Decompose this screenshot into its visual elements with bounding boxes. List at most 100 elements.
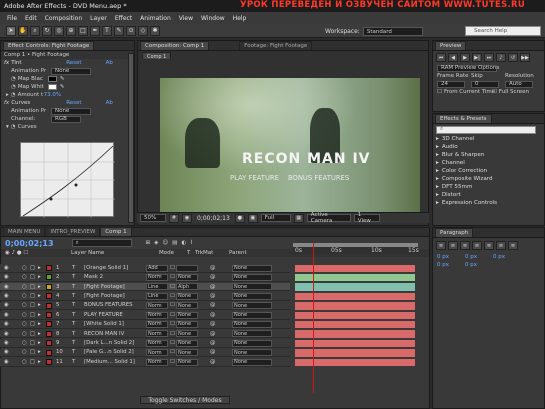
label-color-swatch[interactable] [46, 265, 52, 271]
play-icon[interactable]: ▶ [460, 53, 470, 62]
menu-edit[interactable]: Edit [21, 15, 41, 22]
pan-behind-tool-icon[interactable]: ⊕ [66, 25, 76, 36]
preserve-transparency-checkbox[interactable]: ☐ [170, 340, 175, 346]
preserve-transparency-checkbox[interactable]: ☐ [170, 312, 175, 318]
effects-category-item[interactable]: ▸ Color Correction [433, 167, 544, 175]
menu-help[interactable]: Help [229, 15, 251, 22]
label-color-swatch[interactable] [46, 274, 52, 281]
layer-row[interactable]: ◉ ○ □ ▸ 9 T [Dark L...n Solid 2] Norm ☐ None @ None [0, 339, 290, 348]
effects-category-item[interactable]: ▸ Composite Wizard [433, 175, 544, 183]
layer-parent-dropdown[interactable]: None [232, 302, 272, 310]
prev-frame-icon[interactable]: ◀ [448, 53, 458, 62]
layer-trkmat-dropdown[interactable]: None [176, 320, 198, 328]
tab-main-menu[interactable]: MAIN MENU [3, 227, 46, 236]
footage-tab[interactable]: Footage: Fight Footage [239, 41, 313, 50]
composition-viewer[interactable]: RECON MAN IV PLAY FEATURE BONUS FEATURES [160, 78, 420, 212]
zoom-dropdown[interactable]: 50% [140, 214, 166, 222]
layer-row[interactable]: ◉ ○ □ ▸ 11 T [Medium... Solid 1] Norm ☐ None @ None [0, 358, 290, 367]
preserve-transparency-checkbox[interactable]: ☐ [170, 331, 175, 337]
pen-tool-icon[interactable]: ✒ [90, 25, 100, 36]
layer-mode-dropdown[interactable]: Norm [146, 330, 168, 338]
lock-icon[interactable]: □ [30, 293, 35, 299]
timeline-timecode[interactable]: 0;00;02;13 [5, 239, 54, 248]
eye-icon[interactable]: ◉ [4, 331, 9, 337]
layer-row[interactable]: ◉ ○ □ ▸ 8 T RECON MAN IV Norm ☐ None @ None [0, 329, 290, 339]
label-color-swatch[interactable] [46, 312, 52, 318]
solo-icon[interactable]: ○ [22, 265, 27, 271]
ram-preview-icon[interactable]: ▶▶ [520, 53, 530, 62]
expand-arrow-icon[interactable]: ▾ [6, 124, 9, 130]
region-icon[interactable]: ▣ [247, 213, 258, 223]
layer-parent-dropdown[interactable]: None [232, 273, 272, 281]
layer-row[interactable]: ◉ ○ □ ▸ 3 T [Fight Footage] Line ☐ Alph @ None [0, 282, 290, 292]
layer-row[interactable]: ◉ ○ □ ▸ 1 T [Orange Solid 1] Add ☐ @ None [0, 264, 290, 273]
label-color-swatch[interactable] [46, 283, 52, 290]
search-help-input[interactable]: Search Help [465, 26, 541, 36]
expand-arrow-icon[interactable]: ▸ [6, 92, 9, 98]
indent-first-field[interactable]: 0 px [493, 254, 505, 260]
draft-3d-icon[interactable]: ◈ [154, 240, 158, 246]
eye-icon[interactable]: ◉ [4, 359, 9, 365]
eyedropper-icon[interactable]: ✎ [60, 76, 65, 82]
work-area-bar[interactable] [293, 243, 418, 247]
lock-icon[interactable]: □ [30, 265, 35, 271]
justify-left-icon[interactable]: ≡ [472, 241, 482, 250]
layer-row[interactable]: ◉ ○ □ ▸ 10 T [Pale G...n Solid 2] Norm ☐ None @ Non… [0, 348, 290, 358]
clone-tool-icon[interactable]: ⊙ [126, 25, 136, 36]
pickwhip-icon[interactable]: @ [210, 331, 215, 337]
layer-mode-dropdown[interactable]: Line [146, 283, 168, 291]
eye-icon[interactable]: ◉ [4, 302, 9, 308]
solo-icon[interactable]: ○ [22, 349, 27, 355]
label-color-swatch[interactable] [46, 359, 52, 365]
eye-icon[interactable]: ◉ [4, 284, 9, 290]
effects-category-item[interactable]: ▸ 3D Channel [433, 135, 544, 143]
map-black-swatch[interactable] [47, 76, 57, 82]
layer-row[interactable]: ◉ ○ □ ▸ 4 T [Fight Footage] Line ☐ None @ None [0, 292, 290, 301]
pickwhip-icon[interactable]: @ [210, 274, 215, 280]
space-after-field[interactable]: 0 px [465, 262, 477, 268]
brush-tool-icon[interactable]: ✎ [114, 25, 124, 36]
layer-row[interactable]: ◉ ○ □ ▸ 6 T PLAY FEATURE Norm ☐ None @ None [0, 311, 290, 320]
expand-arrow-icon[interactable]: ▸ [38, 284, 41, 290]
loop-icon[interactable]: ↺ [508, 53, 518, 62]
views-dropdown[interactable]: 1 View [353, 212, 380, 224]
tab-comp1[interactable]: Comp 1 [100, 227, 132, 236]
layer-trkmat-dropdown[interactable]: None [176, 302, 198, 310]
justify-center-icon[interactable]: ≡ [484, 241, 494, 250]
puppet-tool-icon[interactable]: ✱ [150, 25, 160, 36]
layer-mode-dropdown[interactable]: Norm [146, 358, 168, 366]
comp1-subtab[interactable]: Comp 1 [142, 51, 172, 60]
expand-arrow-icon[interactable]: ▸ [38, 302, 41, 308]
layer-name[interactable]: [Pale G...n Solid 2] [84, 349, 134, 355]
pickwhip-icon[interactable]: @ [210, 302, 215, 308]
layer-row[interactable]: ◉ ○ □ ▸ 7 T [White Solid 1] Norm ☐ None @ None [0, 320, 290, 329]
expand-arrow-icon[interactable]: ▸ [38, 265, 41, 271]
resolution-dropdown[interactable]: Full [260, 214, 291, 222]
lock-icon[interactable]: □ [30, 312, 35, 318]
camera-tool-icon[interactable]: ◎ [54, 25, 64, 36]
effects-category-item[interactable]: ▸ Expression Controls [433, 199, 544, 207]
expand-arrow-icon[interactable]: ▸ [38, 349, 41, 355]
justify-all-icon[interactable]: ≡ [508, 241, 518, 250]
solo-icon[interactable]: ○ [22, 331, 27, 337]
preview-tab[interactable]: Preview [435, 41, 467, 50]
eraser-tool-icon[interactable]: ◇ [138, 25, 148, 36]
pickwhip-icon[interactable]: @ [210, 265, 215, 271]
curves-reset-link[interactable]: Reset [66, 100, 81, 106]
last-frame-icon[interactable]: ⏭ [484, 53, 494, 62]
layer-trkmat-dropdown[interactable]: None [176, 292, 198, 300]
layer-mode-dropdown[interactable]: Norm [146, 339, 168, 347]
eye-icon[interactable]: ◉ [4, 321, 9, 327]
preserve-transparency-checkbox[interactable]: ☐ [170, 349, 175, 355]
eyedropper-icon[interactable]: ✎ [60, 84, 65, 90]
justify-right-icon[interactable]: ≡ [496, 241, 506, 250]
pickwhip-icon[interactable]: @ [210, 340, 215, 346]
layer-trkmat-dropdown[interactable]: None [176, 273, 198, 281]
layer-name[interactable]: [Fight Footage] [84, 284, 125, 290]
pickwhip-icon[interactable]: @ [210, 293, 215, 299]
pickwhip-icon[interactable]: @ [210, 359, 215, 365]
from-current-checkbox[interactable]: ☐ [437, 89, 442, 95]
zoom-tool-icon[interactable]: ⌕ [30, 25, 40, 36]
lock-icon[interactable]: □ [30, 349, 35, 355]
time-ruler[interactable]: 0s 05s 10s 15s [293, 243, 419, 254]
